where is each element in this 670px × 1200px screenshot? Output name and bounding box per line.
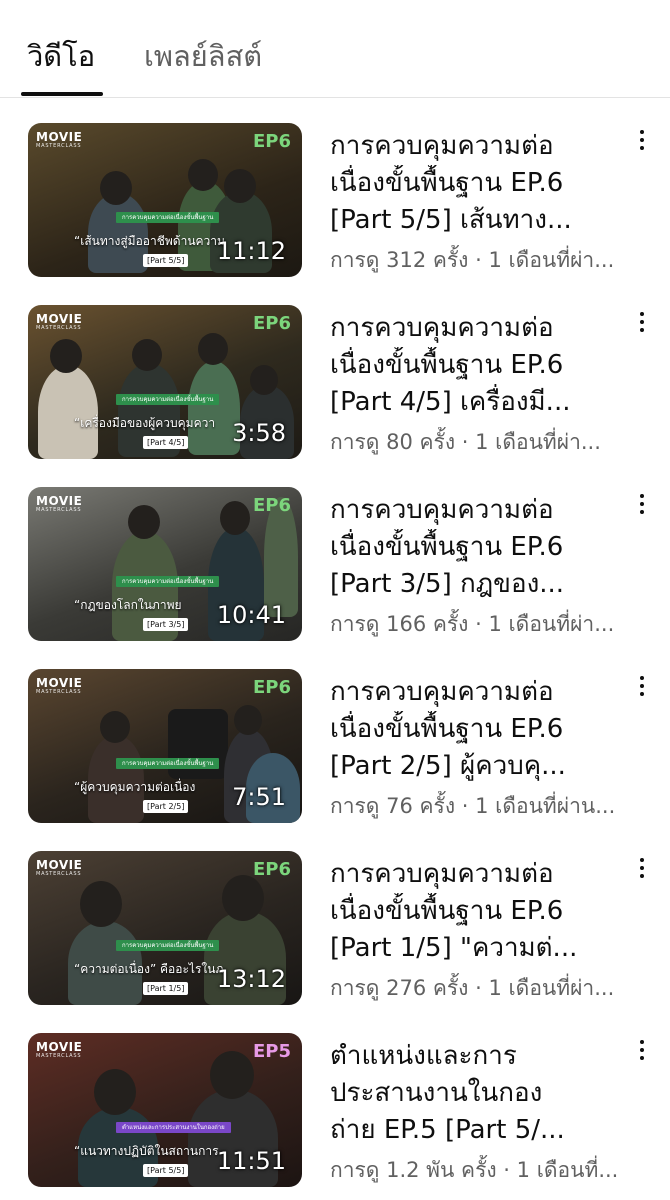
video-title-line: การควบคุมความต่อ (330, 495, 554, 525)
episode-badge: EP6 (252, 313, 291, 334)
video-title-line: เนื่องขั้นพื้นฐาน EP.6 (330, 896, 564, 926)
video-thumbnail[interactable]: MOVIE MASTERCLASS EP6 การควบคุมความต่อเนื… (28, 669, 302, 823)
tab-videos[interactable]: วิดีโอ (27, 36, 95, 76)
channel-logo: MOVIE MASTERCLASS (36, 312, 83, 331)
video-title-line: เนื่องขั้นพื้นฐาน EP.6 (330, 714, 564, 744)
video-title-line: ประสานงานในกอง (330, 1078, 543, 1108)
channel-logo: MOVIE MASTERCLASS (36, 1040, 83, 1059)
video-title-line: การควบคุมความต่อ (330, 131, 554, 161)
thumbnail-quote: “ผู้ควบคุมความต่อเนื่อง (74, 780, 196, 794)
tab-playlists[interactable]: เพลย์ลิสต์ (144, 36, 262, 76)
channel-logo: MOVIE MASTERCLASS (36, 494, 83, 513)
more-options-icon[interactable] (632, 1036, 652, 1064)
video-title-line: [Part 2/5] ผู้ควบคุ... (330, 751, 566, 781)
video-meta: การดู 312 ครั้ง · 1 เดือนที่ผ่า... (330, 248, 615, 272)
video-title[interactable]: การควบคุมความต่อ เนื่องขั้นพื้นฐาน EP.6 … (330, 674, 620, 785)
video-item[interactable]: MOVIE MASTERCLASS EP6 การควบคุมความต่อเนื… (0, 280, 670, 462)
thumbnail-quote: “ความต่อเนื่อง” คืออะไรในภ (74, 962, 224, 976)
thumbnail-topic-strip: การควบคุมความต่อเนื่องขั้นพื้นฐาน (116, 212, 220, 223)
active-tab-indicator (21, 92, 103, 96)
thumbnail-part-label: [Part 4/5] (143, 436, 189, 449)
thumbnail-topic-strip: การควบคุมความต่อเนื่องขั้นพื้นฐาน (116, 576, 220, 587)
channel-tabs: วิดีโอ เพลย์ลิสต์ (0, 0, 670, 98)
episode-badge: EP6 (252, 677, 291, 698)
episode-badge: EP6 (252, 131, 291, 152)
video-title[interactable]: การควบคุมความต่อ เนื่องขั้นพื้นฐาน EP.6 … (330, 492, 620, 603)
video-title-line: การควบคุมความต่อ (330, 313, 554, 343)
thumbnail-part-label: [Part 1/5] (143, 982, 189, 995)
video-title-line: [Part 1/5] "ความต่... (330, 933, 578, 963)
video-item[interactable]: MOVIE MASTERCLASS EP6 การควบคุมความต่อเนื… (0, 826, 670, 1008)
channel-logo: MOVIE MASTERCLASS (36, 676, 83, 695)
video-meta: การดู 276 ครั้ง · 1 เดือนที่ผ่า... (330, 976, 615, 1000)
video-meta: การดู 80 ครั้ง · 1 เดือนที่ผ่า... (330, 430, 601, 454)
channel-logo: MOVIE MASTERCLASS (36, 858, 83, 877)
thumbnail-topic-strip: การควบคุมความต่อเนื่องขั้นพื้นฐาน (116, 758, 220, 769)
more-options-icon[interactable] (632, 126, 652, 154)
video-meta: การดู 76 ครั้ง · 1 เดือนที่ผ่าน... (330, 794, 616, 818)
video-title-line: เนื่องขั้นพื้นฐาน EP.6 (330, 168, 564, 198)
video-title[interactable]: การควบคุมความต่อ เนื่องขั้นพื้นฐาน EP.6 … (330, 856, 620, 967)
thumbnail-part-label: [Part 5/5] (143, 254, 189, 267)
video-title-line: [Part 3/5] กฎของ... (330, 569, 565, 599)
video-meta: การดู 1.2 พัน ครั้ง · 1 เดือนที่... (330, 1158, 619, 1182)
thumbnail-quote: “แนวทางปฏิบัติในสถานการ (74, 1144, 219, 1158)
video-duration: 11:51 (216, 1147, 286, 1175)
video-title-line: [Part 5/5] เส้นทาง... (330, 205, 572, 235)
video-title-line: การควบคุมความต่อ (330, 677, 554, 707)
thumbnail-part-label: [Part 5/5] (143, 1164, 189, 1177)
video-meta: การดู 166 ครั้ง · 1 เดือนที่ผ่า... (330, 612, 615, 636)
thumbnail-topic-strip: การควบคุมความต่อเนื่องขั้นพื้นฐาน (116, 394, 220, 405)
video-title[interactable]: การควบคุมความต่อ เนื่องขั้นพื้นฐาน EP.6 … (330, 128, 620, 239)
video-thumbnail[interactable]: MOVIE MASTERCLASS EP6 การควบคุมความต่อเนื… (28, 487, 302, 641)
episode-badge: EP5 (252, 1041, 291, 1062)
thumbnail-part-label: [Part 2/5] (143, 800, 189, 813)
video-title-line: [Part 4/5] เครื่องมี... (330, 387, 571, 417)
thumbnail-topic-strip: การควบคุมความต่อเนื่องขั้นพื้นฐาน (116, 940, 220, 951)
video-title-line: เนื่องขั้นพื้นฐาน EP.6 (330, 532, 564, 562)
video-duration: 13:12 (216, 965, 286, 993)
thumbnail-quote: “กฎของโลกในภาพย (74, 598, 182, 612)
video-thumbnail[interactable]: MOVIE MASTERCLASS EP5 ตำแหน่งและการประสาน… (28, 1033, 302, 1187)
video-item[interactable]: MOVIE MASTERCLASS EP5 ตำแหน่งและการประสาน… (0, 1008, 670, 1190)
video-thumbnail[interactable]: MOVIE MASTERCLASS EP6 การควบคุมความต่อเนื… (28, 123, 302, 277)
video-title-line: เนื่องขั้นพื้นฐาน EP.6 (330, 350, 564, 380)
video-title[interactable]: การควบคุมความต่อ เนื่องขั้นพื้นฐาน EP.6 … (330, 310, 620, 421)
video-thumbnail[interactable]: MOVIE MASTERCLASS EP6 การควบคุมความต่อเนื… (28, 305, 302, 459)
video-title[interactable]: ตำแหน่งและการ ประสานงานในกอง ถ่าย EP.5 [… (330, 1038, 620, 1149)
video-duration: 7:51 (232, 783, 286, 811)
more-options-icon[interactable] (632, 490, 652, 518)
episode-badge: EP6 (252, 495, 291, 516)
video-duration: 3:58 (232, 419, 286, 447)
video-duration: 10:41 (216, 601, 286, 629)
video-item[interactable]: MOVIE MASTERCLASS EP6 การควบคุมความต่อเนื… (0, 98, 670, 280)
video-item[interactable]: MOVIE MASTERCLASS EP6 การควบคุมความต่อเนื… (0, 644, 670, 826)
video-title-line: ตำแหน่งและการ (330, 1041, 517, 1071)
video-thumbnail[interactable]: MOVIE MASTERCLASS EP6 การควบคุมความต่อเนื… (28, 851, 302, 1005)
thumbnail-part-label: [Part 3/5] (143, 618, 189, 631)
thumbnail-quote: “เครื่องมือของผู้ควบคุมควา (74, 416, 216, 430)
video-title-line: การควบคุมความต่อ (330, 859, 554, 889)
more-options-icon[interactable] (632, 854, 652, 882)
video-item[interactable]: MOVIE MASTERCLASS EP6 การควบคุมความต่อเนื… (0, 462, 670, 644)
episode-badge: EP6 (252, 859, 291, 880)
thumbnail-topic-strip: ตำแหน่งและการประสานงานในกองถ่าย (116, 1122, 231, 1133)
video-title-line: ถ่าย EP.5 [Part 5/... (330, 1115, 565, 1145)
thumbnail-quote: “เส้นทางสู่มืออาชีพด้านความ (74, 234, 225, 248)
more-options-icon[interactable] (632, 308, 652, 336)
more-options-icon[interactable] (632, 672, 652, 700)
channel-logo: MOVIE MASTERCLASS (36, 130, 83, 149)
video-duration: 11:12 (216, 237, 286, 265)
